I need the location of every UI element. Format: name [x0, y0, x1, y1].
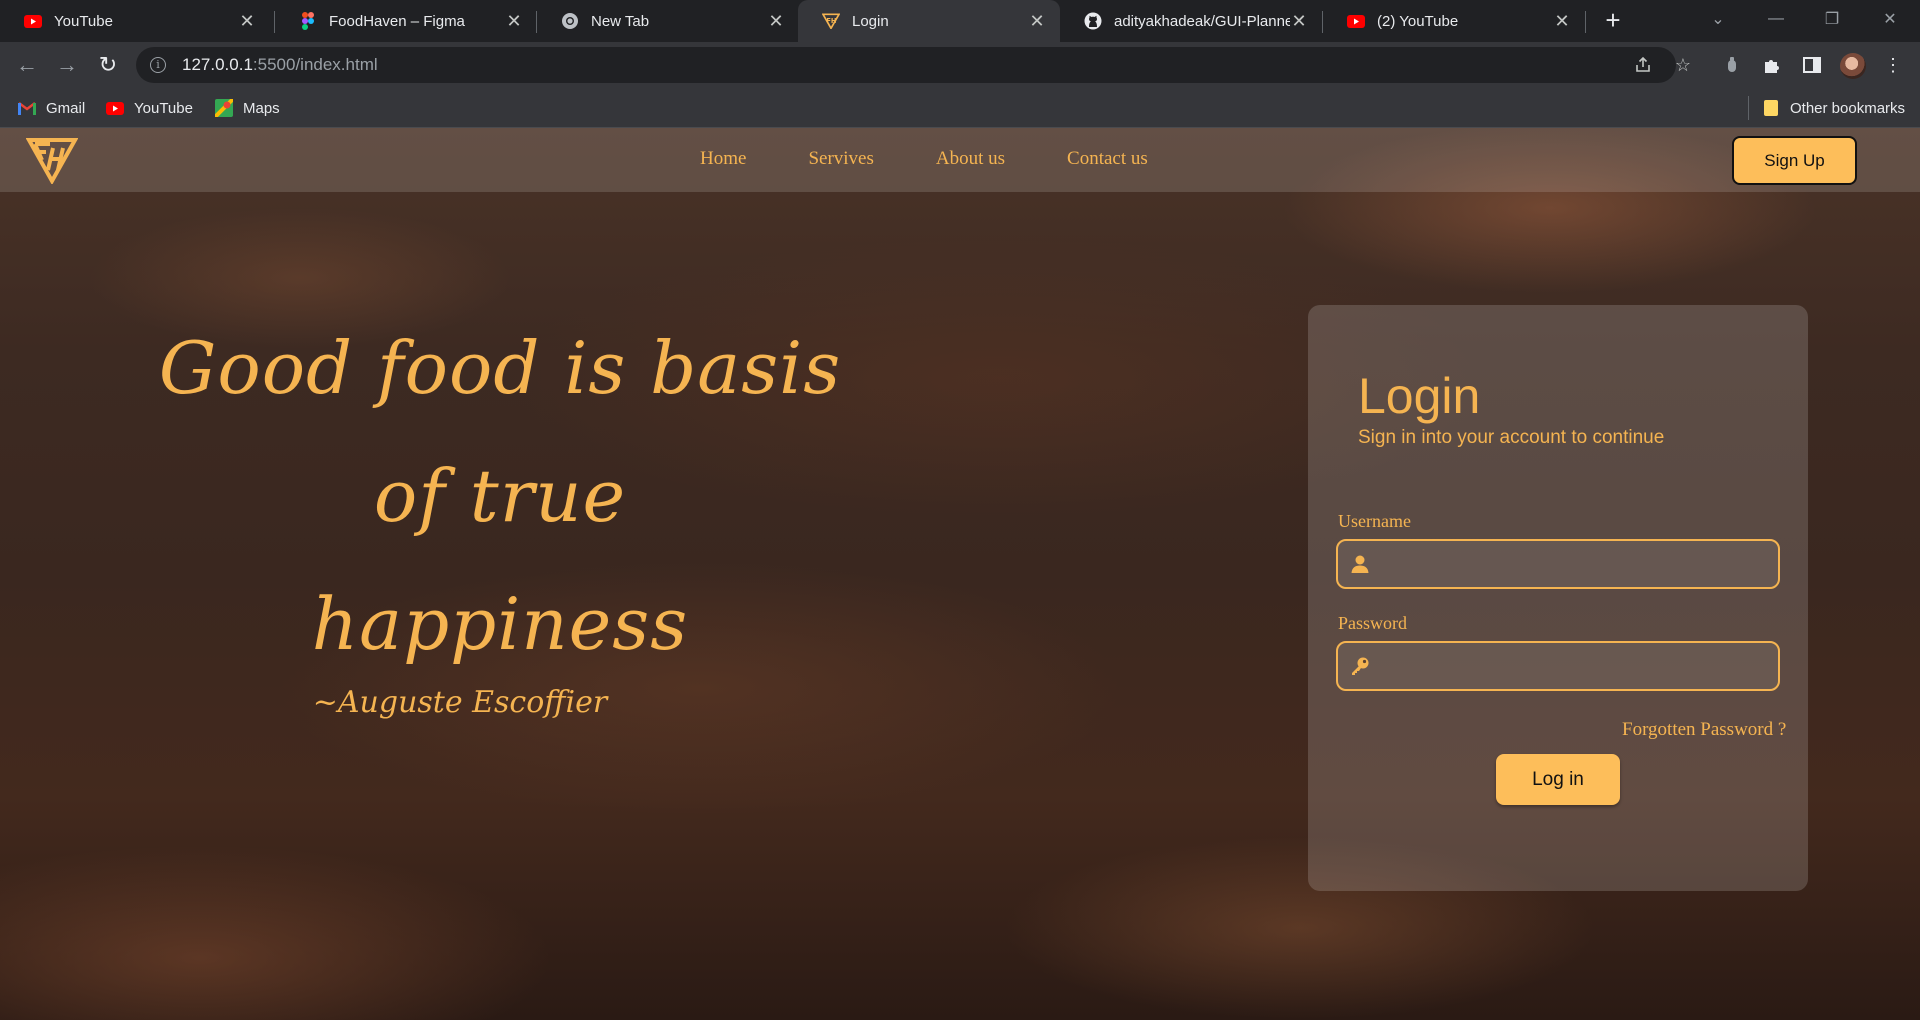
reload-icon[interactable]: ↻	[93, 50, 123, 80]
chrome-icon	[561, 12, 579, 30]
tab-separator	[1585, 11, 1586, 33]
tab-title: Login	[852, 12, 889, 30]
nav-contact-link[interactable]: Contact us	[1067, 148, 1148, 170]
foodhaven-logo[interactable]	[26, 136, 78, 184]
youtube-icon	[106, 99, 124, 117]
bookmark-label: Gmail	[46, 99, 86, 117]
folder-icon	[1762, 99, 1780, 117]
close-icon[interactable]: ✕	[1028, 11, 1046, 32]
password-field[interactable]	[1336, 641, 1780, 691]
bookmark-star-icon[interactable]: ☆	[1672, 54, 1694, 76]
puzzle-extensions-icon[interactable]	[1761, 54, 1783, 76]
hero-quote: Good food is basis of true happiness	[140, 304, 860, 688]
tab-new-tab[interactable]: New Tab ✕	[537, 0, 799, 42]
login-subtitle: Sign in into your account to continue	[1358, 427, 1665, 448]
close-icon[interactable]: ✕	[238, 11, 256, 32]
tab-title: FoodHaven – Figma	[329, 12, 465, 30]
browser-toolbar: ← → ↻ i 127.0.0.1:5500/index.html ☆ ⋮	[0, 42, 1920, 88]
share-icon[interactable]	[1632, 54, 1654, 76]
url-path: :5500/index.html	[252, 55, 378, 74]
bookmark-label: YouTube	[134, 99, 193, 117]
tab-title: (2) YouTube	[1377, 12, 1459, 30]
tab-login[interactable]: FH Login ✕	[798, 0, 1060, 42]
signup-button[interactable]: Sign Up	[1732, 136, 1857, 185]
quote-line: Good food is basis of true	[158, 326, 842, 538]
bookmark-maps[interactable]: Maps	[215, 96, 280, 120]
nav-home-link[interactable]: Home	[700, 148, 746, 170]
tab-youtube[interactable]: YouTube ✕	[0, 0, 270, 42]
close-icon[interactable]: ✕	[1553, 11, 1571, 32]
password-input[interactable]	[1380, 643, 1778, 689]
username-input[interactable]	[1380, 541, 1778, 587]
browser-tab-strip: YouTube ✕ FoodHaven – Figma ✕ New Tab ✕ …	[0, 0, 1920, 42]
tab-github[interactable]: adityakhadeak/GUI-Planner ✕	[1060, 0, 1322, 42]
gmail-icon	[18, 99, 36, 117]
tab-title: YouTube	[54, 12, 113, 30]
key-icon	[1352, 657, 1369, 675]
youtube-icon	[1347, 12, 1365, 30]
password-label: Password	[1338, 613, 1408, 633]
new-tab-button[interactable]: +	[1598, 6, 1628, 36]
login-button[interactable]: Log in	[1496, 754, 1620, 805]
side-panel-icon[interactable]	[1801, 54, 1823, 76]
tab-figma[interactable]: FoodHaven – Figma ✕	[275, 0, 537, 42]
foodhaven-logo-icon: FH	[822, 12, 840, 30]
bookmark-youtube[interactable]: YouTube	[106, 96, 193, 120]
bookmarks-bar: Gmail YouTube Maps Other bookmarks	[0, 88, 1920, 128]
tab-youtube-2[interactable]: (2) YouTube ✕	[1323, 0, 1585, 42]
forward-arrow-icon[interactable]: →	[52, 50, 82, 80]
maps-icon	[215, 99, 233, 117]
minimize-button[interactable]: —	[1752, 0, 1800, 38]
github-icon	[1084, 12, 1102, 30]
url-host: 127.0.0.1	[182, 55, 253, 74]
nav-links: Home Servives About us Contact us	[700, 148, 1210, 170]
youtube-icon	[24, 12, 42, 30]
back-arrow-icon[interactable]: ←	[12, 50, 42, 80]
svg-text:FH: FH	[826, 17, 836, 25]
close-icon[interactable]: ✕	[505, 11, 523, 32]
bookmark-gmail[interactable]: Gmail	[18, 96, 85, 120]
close-icon[interactable]: ✕	[767, 11, 785, 32]
user-icon	[1351, 555, 1369, 573]
site-navbar: Home Servives About us Contact us Sign U…	[0, 128, 1920, 192]
close-icon[interactable]: ✕	[1290, 11, 1308, 32]
close-window-button[interactable]: ✕	[1866, 0, 1914, 38]
username-label: Username	[1338, 511, 1411, 531]
tab-title: New Tab	[591, 12, 650, 30]
bookmark-separator	[1748, 96, 1749, 120]
address-bar[interactable]: i 127.0.0.1:5500/index.html	[136, 47, 1676, 83]
quote-line: happiness	[311, 582, 689, 666]
bookmark-label: Maps	[243, 99, 280, 117]
nav-about-link[interactable]: About us	[936, 148, 1005, 170]
quote-author: ~Auguste Escoffier	[312, 685, 608, 720]
forgot-password-link[interactable]: Forgotten Password ?	[1622, 719, 1786, 741]
other-bookmarks-label: Other bookmarks	[1790, 99, 1906, 117]
login-title: Login	[1358, 368, 1481, 424]
nav-services-link[interactable]: Servives	[808, 148, 873, 170]
tab-title: adityakhadeak/GUI-Planner	[1114, 12, 1290, 30]
other-bookmarks[interactable]: Other bookmarks	[1762, 96, 1905, 120]
page-viewport: Home Servives About us Contact us Sign U…	[0, 128, 1920, 1020]
figma-icon	[299, 12, 317, 30]
kebab-menu-icon[interactable]: ⋮	[1882, 54, 1904, 76]
profile-avatar[interactable]	[1840, 53, 1866, 79]
tab-search-chevron-icon[interactable]: ⌄	[1694, 0, 1742, 38]
restore-button[interactable]: ❐	[1808, 0, 1856, 38]
site-info-icon[interactable]: i	[150, 57, 166, 73]
extension-icon[interactable]	[1721, 54, 1743, 76]
username-field[interactable]	[1336, 539, 1780, 589]
